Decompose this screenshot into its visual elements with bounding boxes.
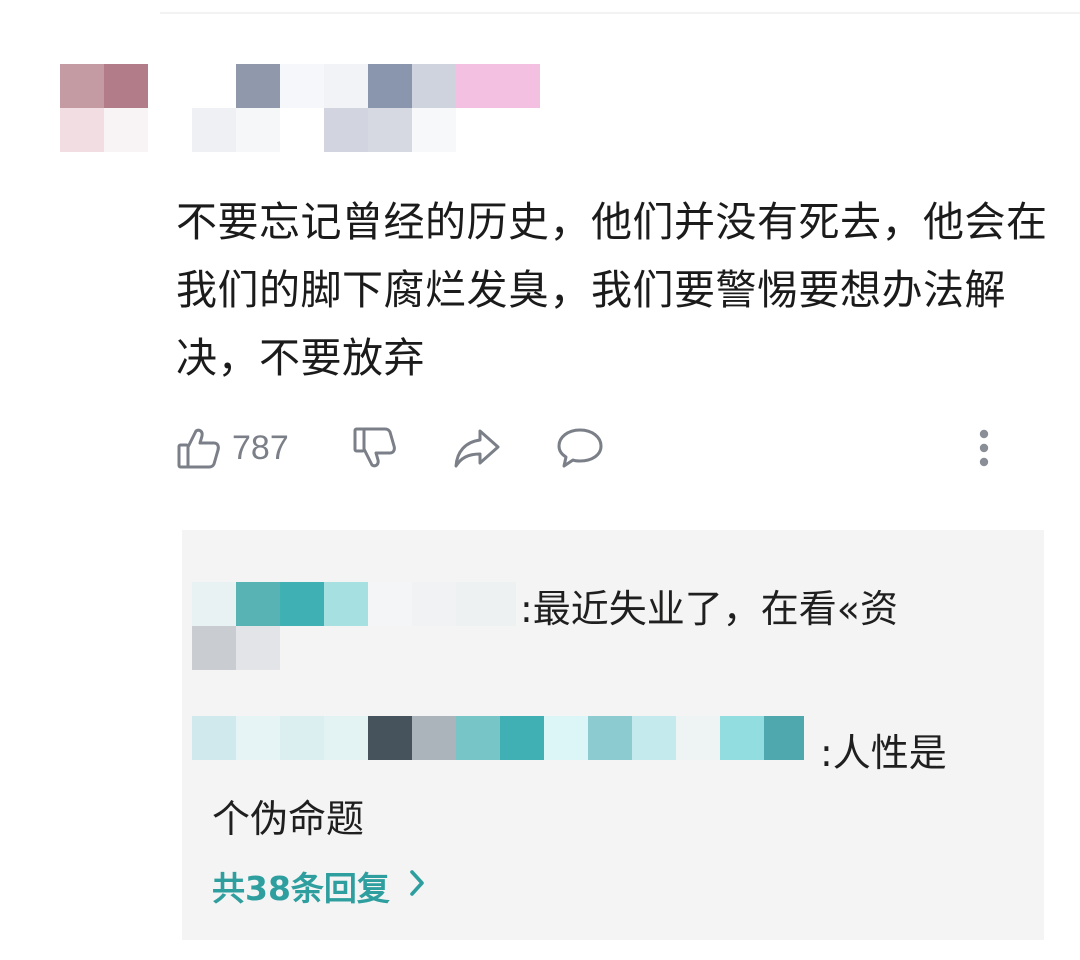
- more-button[interactable]: [966, 418, 1002, 478]
- like-button[interactable]: 787: [176, 418, 289, 478]
- more-vertical-icon: [966, 425, 1002, 471]
- comment-text: 不要忘记曾经的历史，他们并没有死去，他会在我们的脚下腐烂发臭，我们要警惕要想办法…: [176, 198, 1048, 382]
- avatar[interactable]: [60, 64, 148, 152]
- dislike-button[interactable]: [352, 418, 398, 478]
- reply-text-2b: 个伪命题: [212, 797, 365, 841]
- view-all-replies-link[interactable]: 共38条回复: [212, 862, 426, 910]
- comment-icon: [556, 425, 604, 471]
- comment-actions: 787: [0, 418, 1080, 478]
- chevron-right-icon: [408, 867, 426, 906]
- username-blurred[interactable]: [192, 64, 540, 152]
- reply-text-1: :最近失业了，在看«资: [520, 587, 899, 631]
- view-all-replies-label: 共38条回复: [212, 869, 390, 908]
- share-icon: [452, 425, 502, 471]
- like-count: 787: [232, 428, 289, 467]
- share-button[interactable]: [452, 418, 502, 478]
- top-divider: [160, 12, 1080, 14]
- reply-text-2a: :人性是: [820, 731, 947, 775]
- reply-username-blurred[interactable]: [192, 582, 524, 672]
- thumbs-down-icon: [352, 425, 398, 471]
- thumbs-up-icon: [176, 425, 222, 471]
- comment-button[interactable]: [556, 418, 604, 478]
- reply-username-blurred[interactable]: [192, 716, 804, 760]
